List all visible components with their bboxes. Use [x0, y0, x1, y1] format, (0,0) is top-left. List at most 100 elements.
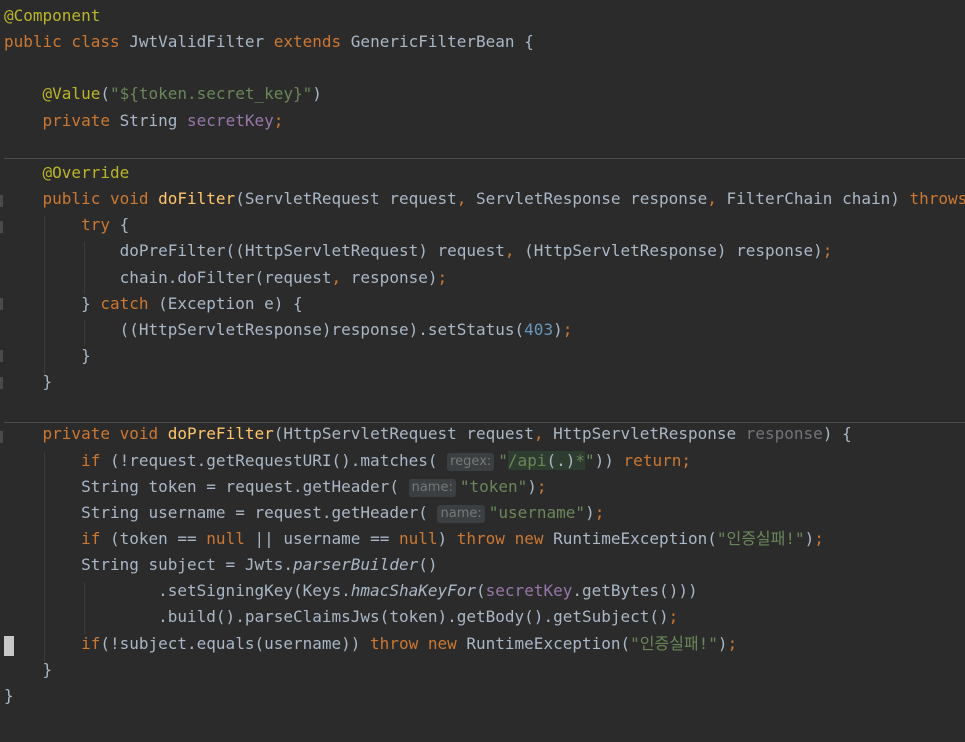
code-token: 403 [524, 319, 554, 339]
code-editor[interactable]: @Component public class JwtValidFilter ex… [0, 0, 965, 742]
code-token: (token == [109, 529, 207, 548]
code-token: String username = request.getHeader( [4, 502, 438, 522]
code-token: ServletResponse response [476, 189, 708, 209]
code-token: "token" [459, 476, 528, 496]
code-token: private [4, 110, 120, 130]
code-token: } [4, 372, 53, 392]
code-token: throws [909, 189, 965, 209]
code-token: ) [553, 319, 563, 339]
code-token: ; [727, 633, 738, 653]
code-token: ) [437, 529, 457, 548]
code-token: String subject = Jwts. [4, 555, 293, 575]
code-token: doPreFilter((HttpServletRequest) request [4, 241, 505, 261]
code-line[interactable]: ((HttpServletResponse)response).setStatu… [4, 317, 965, 343]
code-line[interactable]: .build().parseClaimsJws(token).getBody()… [4, 604, 965, 630]
code-token: doPreFilter [167, 424, 274, 444]
code-line[interactable]: private String secretKey; [4, 108, 965, 134]
code-token: @Component [4, 6, 101, 25]
code-line[interactable]: chain.doFilter(request, response); [4, 265, 965, 291]
code-line[interactable]: } catch (Exception e) { [4, 291, 965, 317]
code-line[interactable]: @Value("${token.secret_key}") [4, 81, 965, 107]
code-line[interactable]: private void doPreFilter(HttpServletRequ… [4, 421, 965, 447]
fold-marker[interactable] [0, 377, 3, 389]
fold-marker[interactable] [0, 298, 3, 310]
code-line[interactable]: public class JwtValidFilter extends Gene… [4, 29, 965, 55]
code-token: } [4, 685, 14, 705]
code-line[interactable]: doPreFilter((HttpServletRequest) request… [4, 238, 965, 264]
parameter-hint: name: [437, 504, 485, 523]
code-token: () [418, 555, 438, 575]
code-token: JwtValidFilter [129, 32, 274, 52]
fold-marker[interactable] [0, 221, 3, 233]
code-line[interactable]: if(!subject.equals(username)) throw new … [4, 631, 965, 657]
code-line[interactable]: @Component [4, 3, 965, 29]
code-token: if [4, 450, 110, 470]
code-token: , [707, 189, 727, 209]
code-token: * [575, 450, 585, 470]
code-token: if [4, 633, 101, 653]
code-token: "인증실패!" [716, 529, 805, 548]
code-token: throw new [370, 633, 467, 653]
code-token: ) { [822, 424, 852, 444]
code-token: null [398, 529, 438, 548]
code-token: @Override [4, 162, 130, 182]
code-token: (HttpServletRequest request [273, 424, 534, 444]
code-token: "인증실패!" [630, 633, 718, 653]
code-token: ((HttpServletResponse)response).setStatu… [4, 319, 525, 339]
code-line[interactable]: } [4, 343, 965, 369]
code-token: extends [273, 32, 351, 52]
code-token: ; [668, 607, 679, 627]
code-line[interactable]: if (!request.getRequestURI().matches( re… [4, 448, 965, 474]
code-token: (!subject.equals(username)) [100, 633, 371, 653]
code-token: , [331, 267, 351, 287]
code-line[interactable]: String subject = Jwts.parserBuilder() [4, 552, 965, 578]
code-line[interactable]: } [4, 657, 965, 683]
code-token: ; [594, 502, 605, 522]
code-token: parserBuilder [292, 555, 419, 575]
code-line[interactable] [4, 134, 965, 160]
code-token: (.) [546, 450, 576, 470]
code-token: doFilter [158, 189, 236, 209]
fold-marker[interactable] [0, 431, 3, 443]
code-token: if [4, 529, 110, 548]
code-token: response [745, 424, 823, 444]
code-token: String [119, 110, 188, 130]
code-token: RuntimeException( [553, 529, 717, 548]
code-token: catch [100, 293, 159, 313]
fold-marker[interactable] [0, 350, 3, 362]
code-token: secretKey [485, 581, 573, 601]
code-token: HttpServletResponse [553, 424, 746, 444]
code-token: .setSigningKey(Keys. [4, 581, 351, 601]
code-line[interactable] [4, 55, 965, 81]
code-token: "${token.secret_key}" [109, 84, 313, 104]
code-token: ( [100, 84, 110, 104]
code-token: hmacShaKeyFor [350, 581, 477, 601]
code-token: " [498, 450, 508, 470]
code-token: (ServletRequest request [235, 189, 457, 209]
code-line[interactable]: } [4, 683, 965, 709]
code-token: FilterChain chain) [726, 189, 910, 209]
code-line[interactable]: try { [4, 212, 965, 238]
code-line[interactable]: @Override [4, 160, 965, 186]
code-token: (HttpServletResponse) response) [524, 241, 823, 261]
code-line[interactable]: public void doFilter(ServletRequest requ… [4, 186, 965, 212]
code-token: ; [562, 319, 573, 339]
code-token: } [4, 659, 53, 679]
code-line[interactable]: String username = request.getHeader( nam… [4, 500, 965, 526]
fold-marker[interactable] [0, 195, 3, 207]
code-line[interactable] [4, 395, 965, 421]
code-token: , [533, 424, 554, 444]
code-token: .getBytes())) [572, 581, 698, 601]
code-token: " [585, 450, 595, 470]
code-line[interactable]: if (token == null || username == null) t… [4, 526, 965, 552]
code-line[interactable]: } [4, 369, 965, 395]
code-line[interactable]: String token = request.getHeader( name: "… [4, 474, 965, 500]
code-token: ) [585, 502, 595, 522]
code-token: ( [476, 581, 486, 601]
code-token: ; [437, 267, 448, 287]
code-token: GenericFilterBean { [350, 32, 534, 52]
code-token: ; [273, 110, 284, 130]
code-token: null [206, 529, 255, 548]
code-token: private void [4, 424, 168, 444]
code-line[interactable]: .setSigningKey(Keys.hmacShaKeyFor(secret… [4, 578, 965, 604]
